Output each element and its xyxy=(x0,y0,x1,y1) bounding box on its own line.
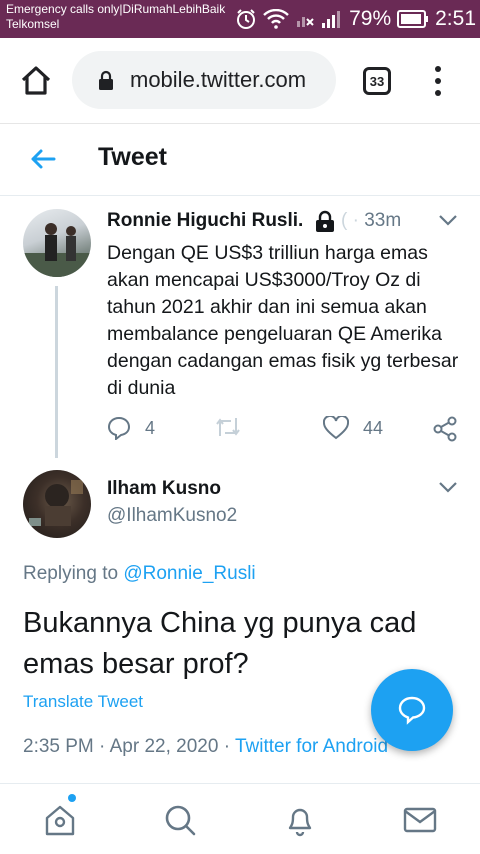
back-arrow-icon[interactable] xyxy=(30,148,56,170)
browser-toolbar: mobile.twitter.com 33 xyxy=(0,38,480,124)
source-link[interactable]: Twitter for Android xyxy=(235,736,388,757)
compose-icon xyxy=(398,696,426,725)
time-ago: 33m xyxy=(364,210,402,231)
new-content-badge xyxy=(68,794,76,802)
tabs-icon[interactable]: 33 xyxy=(363,67,391,95)
retweet-icon xyxy=(216,418,240,436)
home-tab-icon[interactable] xyxy=(42,802,78,838)
clock: 2:51 xyxy=(435,7,476,30)
tweet-text: Dengan QE US$3 trilliun harga emas akan … xyxy=(107,242,459,399)
author-name[interactable]: Ronnie Higuchi Rusli. xyxy=(107,210,303,232)
status-bar-text: Emergency calls only|DiRumahLebihBaik Te… xyxy=(6,2,225,32)
alarm-icon xyxy=(237,9,256,29)
replying-label: Replying to xyxy=(23,563,119,584)
notifications-icon[interactable] xyxy=(282,802,318,838)
battery-percent: 79% xyxy=(349,7,392,30)
url-text[interactable]: mobile.twitter.com xyxy=(130,67,306,93)
status-bar: Emergency calls only|DiRumahLebihBaik Te… xyxy=(0,0,480,38)
search-icon[interactable] xyxy=(162,802,198,838)
chevron-down-icon[interactable] xyxy=(438,214,458,226)
carrier-text: Telkomsel xyxy=(6,17,60,31)
avatar[interactable] xyxy=(23,209,91,277)
author-handle[interactable]: @IlhamKusno2 xyxy=(107,505,237,527)
avatar[interactable] xyxy=(23,470,91,538)
like-count: 44 xyxy=(363,417,384,438)
retweet-action[interactable] xyxy=(215,416,241,438)
home-icon[interactable] xyxy=(18,63,54,99)
share-icon xyxy=(433,416,457,442)
no-signal-icon xyxy=(297,17,314,27)
status-icons: 79% 2:51 xyxy=(235,6,476,32)
emergency-text: Emergency calls only|DiRumahLebihBaik xyxy=(6,2,226,16)
address-bar[interactable]: mobile.twitter.com xyxy=(72,51,336,109)
share-action[interactable] xyxy=(432,416,458,442)
like-action[interactable]: 44 xyxy=(323,416,383,440)
page-title: Tweet xyxy=(98,143,167,171)
tweet-timestamp: 2:35 PM · Apr 22, 2020 · Twitter for And… xyxy=(23,736,388,758)
tweet-time: ( · 33m xyxy=(341,210,402,231)
signal-icon xyxy=(322,11,341,28)
reply-icon xyxy=(107,416,131,440)
messages-icon[interactable] xyxy=(402,802,438,838)
translate-link[interactable]: Translate Tweet xyxy=(23,692,143,712)
replying-to: Replying to @Ronnie_Rusli xyxy=(23,563,256,585)
timestamp-text: 2:35 PM · Apr 22, 2020 xyxy=(23,736,219,757)
source-separator: · xyxy=(223,736,231,757)
protected-lock-icon xyxy=(316,210,334,232)
lock-icon xyxy=(99,70,113,90)
compose-button[interactable] xyxy=(371,669,453,751)
thread-line xyxy=(55,286,58,458)
replying-to-link[interactable]: @Ronnie_Rusli xyxy=(123,563,255,584)
reply-action[interactable]: 4 xyxy=(107,416,155,440)
chevron-down-icon[interactable] xyxy=(438,481,458,493)
menu-icon[interactable] xyxy=(428,62,448,100)
author-name[interactable]: Ilham Kusno xyxy=(107,478,221,500)
page-header: Tweet xyxy=(0,124,480,196)
wifi-icon xyxy=(263,9,289,29)
reply-count: 4 xyxy=(145,417,156,438)
like-icon xyxy=(323,416,349,440)
tweet-actions: 4 44 xyxy=(107,416,462,444)
battery-icon xyxy=(397,10,429,28)
